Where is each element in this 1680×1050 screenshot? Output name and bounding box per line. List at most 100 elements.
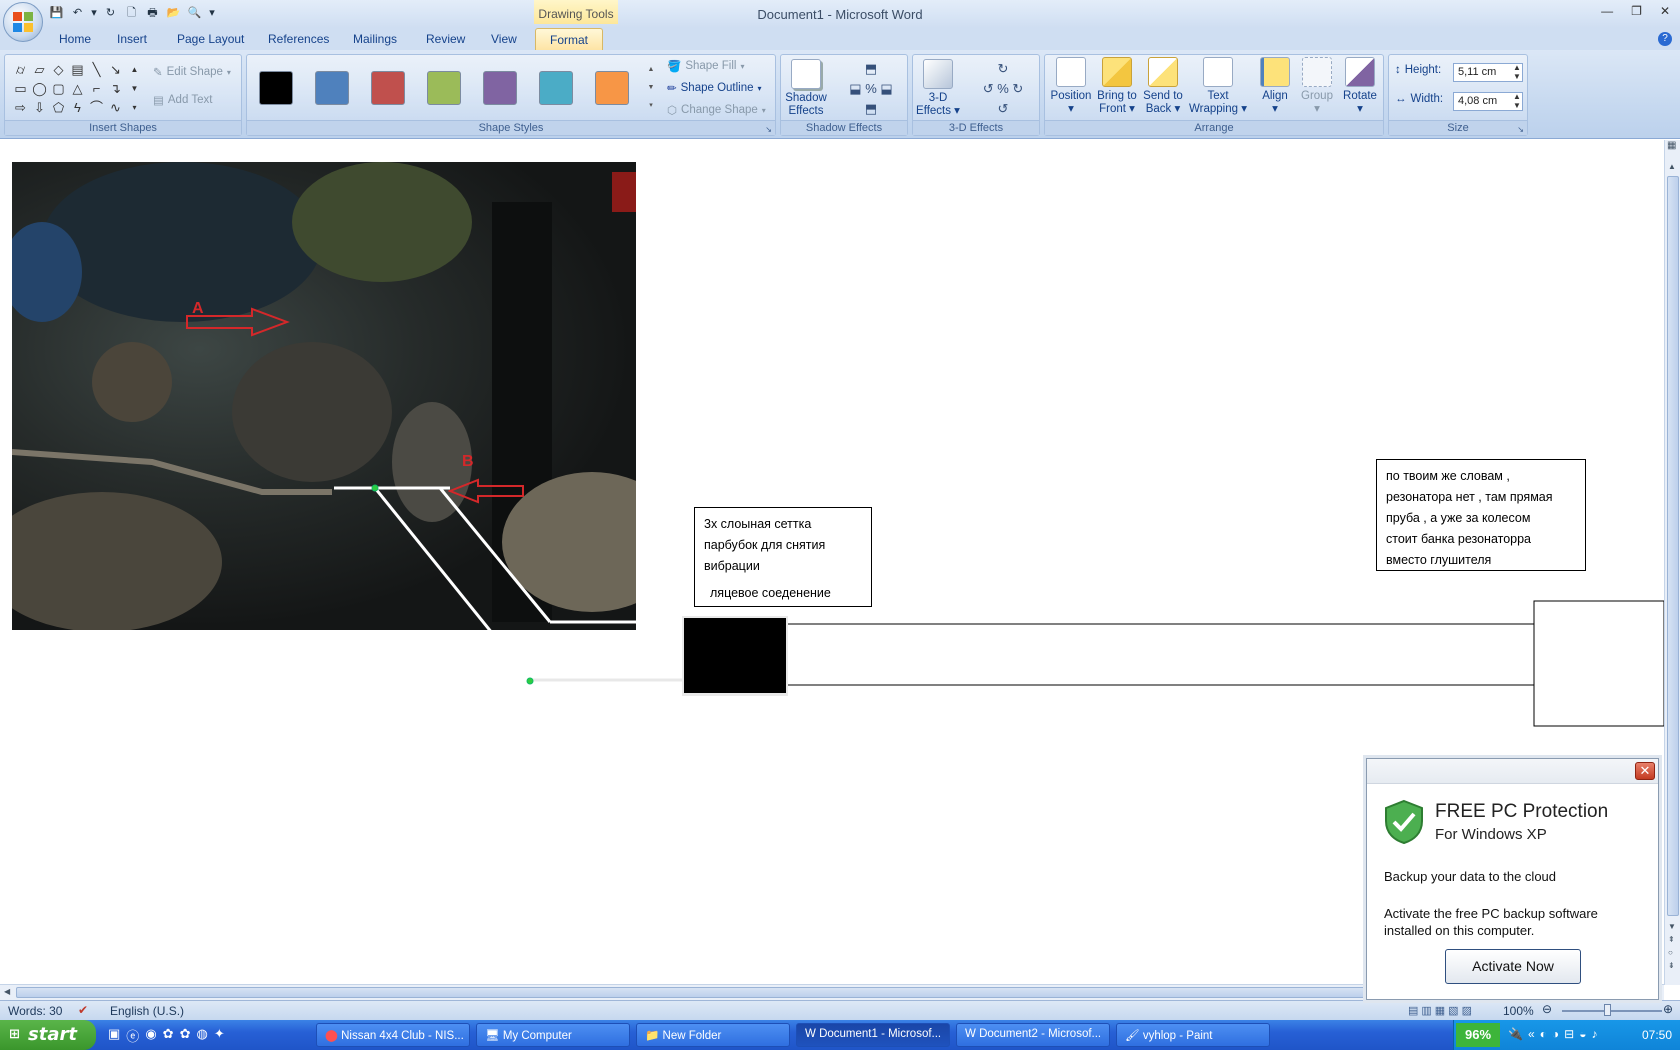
size-dialog-launcher-icon[interactable]: ↘ xyxy=(1517,125,1524,134)
tray-app-icon-3[interactable]: ◒ xyxy=(1579,1027,1586,1041)
right-arrow-shape-icon[interactable]: ⇨ xyxy=(11,98,30,117)
zoom-out-icon[interactable]: ⊖ xyxy=(1542,1002,1552,1016)
style-gallery-scroll[interactable]: ▲ ▼ ▾ xyxy=(645,61,657,115)
shape-fill-button[interactable]: 🪣 Shape Fill ▾ xyxy=(667,59,744,73)
tilt-down-icon[interactable]: ↺ xyxy=(998,101,1009,116)
shape-style-swatch[interactable] xyxy=(315,71,349,105)
parallelogram-shape-icon[interactable]: ▱ xyxy=(30,60,49,79)
task-paint[interactable]: 🖌 vyhlop - Paint xyxy=(1116,1023,1270,1047)
black-box[interactable] xyxy=(684,618,786,693)
start-button[interactable]: ⊞ start xyxy=(0,1020,96,1050)
tab-view[interactable]: View xyxy=(491,32,517,46)
triangle-shape-icon[interactable]: △ xyxy=(68,79,87,98)
shape-style-swatch[interactable] xyxy=(595,71,629,105)
chrome-icon[interactable]: ◍ xyxy=(196,1026,207,1045)
pentagon-shape-icon[interactable]: ⬠ xyxy=(49,98,68,117)
height-spinner-icon[interactable]: ▲ ▼ xyxy=(1513,63,1521,81)
tab-review[interactable]: Review xyxy=(426,32,465,46)
elbow-arrow-icon[interactable]: ↴ xyxy=(106,79,125,98)
vertical-scroll-thumb[interactable] xyxy=(1667,176,1679,916)
tilt-left-icon[interactable]: ↺ xyxy=(983,81,994,96)
clock[interactable]: 07:50 xyxy=(1642,1028,1672,1042)
send-to-back-button[interactable]: Send to Back ▾ xyxy=(1141,57,1185,116)
help-icon[interactable]: ? xyxy=(1658,32,1672,46)
view-buttons[interactable]: ▤▥▦▧▨ xyxy=(1408,1004,1475,1017)
rotate-button[interactable]: Rotate ▾ xyxy=(1339,57,1381,116)
ruler-toggle-icon[interactable]: ▦ xyxy=(1667,140,1676,151)
scroll-up-icon[interactable]: ▲ xyxy=(1668,162,1676,171)
rectangle-shape-icon[interactable]: ▭ xyxy=(11,79,30,98)
nudge-up-icon[interactable]: ⬒ xyxy=(865,61,877,76)
textbox-resonator[interactable]: по твоим же словам , резонатора нет , та… xyxy=(1376,459,1586,571)
bring-to-front-button[interactable]: Bring to Front ▾ xyxy=(1095,57,1139,116)
activate-now-button[interactable]: Activate Now xyxy=(1445,949,1581,984)
dialog-launcher-icon[interactable]: ↘ xyxy=(765,125,772,134)
textbox-mesh[interactable]: 3х слоыная сеттка парбубок для снятия ви… xyxy=(694,507,872,607)
group-button[interactable]: Group ▾ xyxy=(1297,57,1337,116)
add-text-button[interactable]: ▤ Add Text xyxy=(153,93,212,107)
shape-style-swatch[interactable] xyxy=(427,71,461,105)
task-new-folder[interactable]: 📁 New Folder xyxy=(636,1023,790,1047)
white-line-diag2[interactable] xyxy=(438,487,552,623)
zoom-slider-track[interactable] xyxy=(1562,1010,1662,1012)
tilt-up-icon[interactable]: ↻ xyxy=(998,61,1009,76)
shape-outline-button[interactable]: ✏ Shape Outline ▾ xyxy=(667,81,762,95)
3d-toggle-icon[interactable]: % xyxy=(997,81,1009,96)
network-icon[interactable]: ⊟ xyxy=(1564,1027,1574,1041)
language-indicator[interactable]: English (U.S.) xyxy=(110,1004,184,1018)
ie-icon[interactable]: ⓔ xyxy=(126,1026,139,1045)
tab-format[interactable]: Format xyxy=(535,28,604,52)
maximize-icon[interactable]: ❐ xyxy=(1631,4,1642,18)
select-browse-object-icon[interactable]: ○ xyxy=(1668,948,1673,957)
line-handle-bottom[interactable] xyxy=(526,677,534,685)
shape-style-swatch[interactable] xyxy=(483,71,517,105)
arrow-line-shape-icon[interactable]: ↘ xyxy=(106,60,125,79)
proofing-icon[interactable]: ✔ xyxy=(78,1003,88,1017)
app-icon-1[interactable]: ◉ xyxy=(145,1026,156,1045)
next-page-icon[interactable]: ⇟ xyxy=(1668,961,1675,970)
show-desktop-icon[interactable]: ▣ xyxy=(108,1026,120,1045)
chevron-left-icon[interactable]: « xyxy=(1528,1027,1535,1041)
tilt-right-icon[interactable]: ↻ xyxy=(1012,81,1023,96)
task-document1[interactable]: W Document1 - Microsof... xyxy=(796,1023,950,1047)
close-icon[interactable]: ✕ xyxy=(1660,4,1670,18)
tab-page-layout[interactable]: Page Layout xyxy=(177,32,244,46)
zoom-slider-thumb[interactable] xyxy=(1604,1004,1611,1016)
vertical-scrollbar[interactable]: ▦ ▲ ▼ ⇞ ○ ⇟ xyxy=(1664,140,1680,985)
app-icon-3[interactable]: ✿ xyxy=(180,1026,191,1045)
zoom-in-icon[interactable]: ⊕ xyxy=(1663,1002,1673,1016)
cylinder-shape-icon[interactable]: ⌭ xyxy=(11,60,30,79)
position-button[interactable]: Position ▾ xyxy=(1049,57,1093,116)
office-button[interactable] xyxy=(3,2,43,42)
line-shape-icon[interactable]: ╲ xyxy=(87,60,106,79)
shapes-gallery[interactable]: ⌭ ▱ ◇ ▤ ╲ ↘ ▲ ▭ ◯ ▢ △ ⌐ ↴ ▼ ⇨ ⇩ ⬠ ϟ ⌒ ∿ … xyxy=(11,60,144,117)
rounded-rect-shape-icon[interactable]: ▢ xyxy=(49,79,68,98)
lightning-shape-icon[interactable]: ϟ xyxy=(68,98,87,117)
width-spinner-icon[interactable]: ▲ ▼ xyxy=(1513,92,1521,110)
power-plug-icon[interactable]: 🔌 xyxy=(1508,1027,1523,1041)
muffler-box[interactable] xyxy=(1533,600,1664,727)
shape-style-swatch[interactable] xyxy=(371,71,405,105)
3d-effects-button[interactable]: 3-D Effects ▾ xyxy=(915,59,961,118)
scroll-down-icon[interactable]: ▼ xyxy=(1668,922,1676,931)
tab-mailings[interactable]: Mailings xyxy=(353,32,397,46)
gallery-up-icon[interactable]: ▲ xyxy=(125,60,144,79)
textbox-shape-icon[interactable]: ▤ xyxy=(68,60,87,79)
elbow-connector-icon[interactable]: ⌐ xyxy=(87,79,106,98)
scroll-left-icon[interactable]: ◀ xyxy=(4,987,10,996)
shape-style-swatch[interactable] xyxy=(259,71,293,105)
change-shape-button[interactable]: ⬡ Change Shape ▾ xyxy=(667,103,766,117)
tab-insert[interactable]: Insert xyxy=(117,32,147,46)
minimize-icon[interactable]: — xyxy=(1601,4,1613,18)
text-wrapping-button[interactable]: Text Wrapping ▾ xyxy=(1187,57,1249,116)
gallery-down-icon[interactable]: ▼ xyxy=(125,79,144,98)
shape-style-swatch[interactable] xyxy=(539,71,573,105)
nudge-right-icon[interactable]: ⬓ xyxy=(880,81,892,96)
tab-references[interactable]: References xyxy=(268,32,329,46)
task-opera[interactable]: ⬤ Nissan 4x4 Club - NIS... xyxy=(316,1023,470,1047)
battery-indicator[interactable]: 96% xyxy=(1456,1023,1500,1047)
nudge-down-icon[interactable]: ⬒ xyxy=(865,101,877,116)
curve-shape-icon[interactable]: ⌒ xyxy=(87,98,106,117)
task-my-computer[interactable]: 🖥 My Computer xyxy=(476,1023,630,1047)
line-handle-top[interactable] xyxy=(371,484,379,492)
